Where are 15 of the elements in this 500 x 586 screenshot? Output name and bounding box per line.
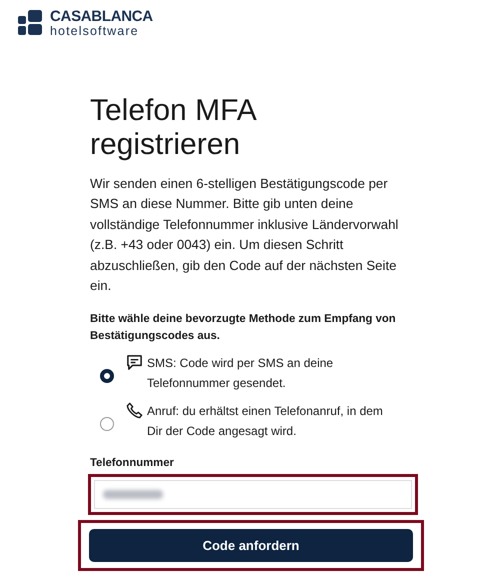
method-label: SMS: Code wird per SMS an deine Telefonnummer gesendet. [147, 354, 334, 392]
request-code-button[interactable]: Code anfordern [89, 528, 413, 562]
logo-brand: CASABLANCA [50, 9, 153, 24]
message-icon [126, 354, 143, 370]
phone-input-field[interactable] [94, 480, 412, 508]
logo-icon [18, 10, 44, 36]
method-label: Anruf: du erhältst einen Telefonanruf, in dem Dir der Code angesagt wird. [147, 402, 384, 440]
phone-icon [126, 402, 143, 418]
logo-tagline: hotelsoftware [50, 25, 140, 38]
radio-button[interactable] [100, 416, 114, 430]
description-text: Wir senden einen 6-stelligen Bestätigungscode per SMS an diese Nummer. Bitte gib unten deine vollständige Telefonnummer inklusive Ländervorwahl (z.B. +43 oder 0043) ein. Um diesen Schritt abzuschließen, gib den Code auf der nächsten Seite ein. [90, 174, 400, 295]
radio-button[interactable] [100, 368, 114, 382]
method-prompt: Bitte wähle deine bevorzugte Methode zum Empfang von Bestätigungscodes aus. [90, 312, 397, 344]
field-label: Telefonnummer [90, 456, 175, 468]
page-title: Telefon MFA registrieren [90, 94, 257, 162]
